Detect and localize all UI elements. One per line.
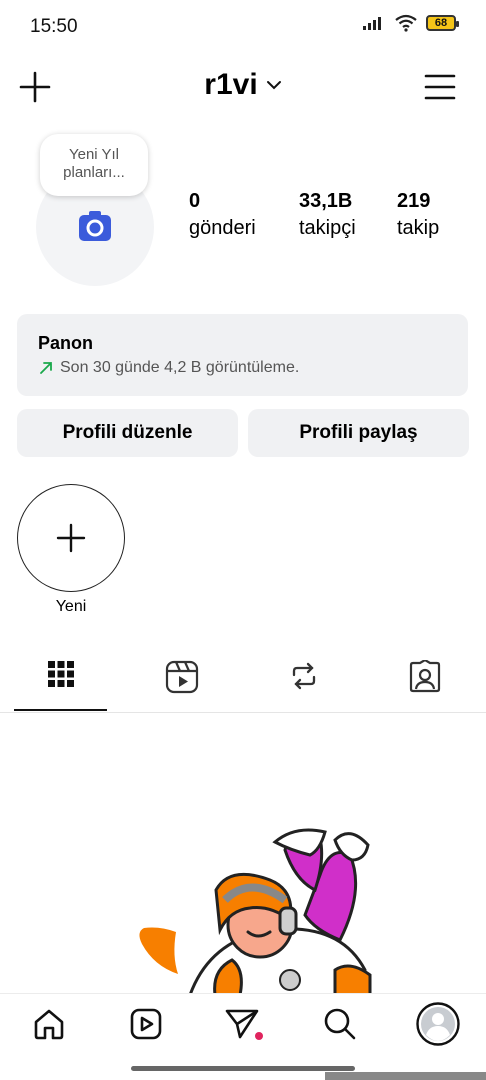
- stat-posts-value: 0: [189, 190, 201, 212]
- status-time: 15:50: [30, 16, 78, 37]
- nav-reels[interactable]: [126, 1004, 166, 1044]
- nav-home[interactable]: [29, 1004, 69, 1044]
- tab-grid[interactable]: [0, 654, 121, 710]
- account-switcher[interactable]: r1vi: [0, 68, 486, 102]
- trend-up-icon: [40, 362, 52, 374]
- stat-posts[interactable]: 0 gönderi: [189, 188, 256, 242]
- tab-reposts[interactable]: [243, 654, 364, 710]
- dashboard-subtitle: Son 30 günde 4,2 B görüntüleme.: [38, 359, 299, 377]
- nav-direct-messages[interactable]: [223, 1004, 263, 1044]
- plus-icon: [56, 523, 85, 552]
- new-highlight-button[interactable]: [17, 484, 125, 592]
- dashboard-subtitle-text: Son 30 günde 4,2 B görüntüleme.: [60, 359, 300, 376]
- edit-profile-button[interactable]: Profili düzenle: [17, 409, 238, 457]
- stat-following-value: 219: [397, 190, 431, 212]
- empty-state-illustration: [139, 828, 372, 995]
- username: r1vi: [204, 68, 258, 101]
- tab-active-indicator: [14, 709, 107, 711]
- tagged-icon: [409, 660, 440, 693]
- profile-avatar-icon: [416, 1002, 460, 1046]
- dashboard-title: Panon: [38, 333, 94, 353]
- signal-icon: [363, 17, 381, 30]
- menu-icon[interactable]: [424, 72, 456, 102]
- stat-following-label: takip: [397, 217, 440, 239]
- tab-tagged[interactable]: [364, 654, 485, 710]
- new-highlight-label: Yeni: [55, 598, 87, 615]
- stat-followers-label: takipçi: [299, 217, 356, 239]
- wifi-icon: [395, 14, 417, 32]
- stat-followers-value: 33,1B: [299, 190, 353, 212]
- chevron-down-icon: [266, 81, 281, 90]
- stat-following[interactable]: 219 takip: [397, 188, 439, 242]
- direct-messages-icon: [225, 1009, 263, 1040]
- reels-icon: [165, 660, 198, 694]
- reels-icon: [130, 1008, 162, 1040]
- home-icon: [34, 1009, 64, 1040]
- note-bubble[interactable]: Yeni Yıl planları...: [40, 134, 148, 196]
- share-profile-button[interactable]: Profili paylaş: [248, 409, 469, 457]
- dashboard-card[interactable]: [17, 314, 468, 396]
- tab-divider: [0, 712, 486, 713]
- home-indicator[interactable]: [131, 1066, 355, 1071]
- tab-reels[interactable]: [121, 654, 242, 710]
- battery-icon: 68: [426, 15, 459, 31]
- stat-posts-label: gönderi: [189, 217, 256, 239]
- note-text: Yeni Yıl planları...: [63, 146, 125, 181]
- camera-icon[interactable]: [78, 210, 112, 242]
- nav-search[interactable]: [320, 1004, 360, 1044]
- nav-profile[interactable]: [416, 1002, 460, 1046]
- repost-icon: [292, 662, 315, 690]
- system-gesture-bar: [325, 1072, 486, 1080]
- status-icons: 68: [362, 14, 459, 32]
- stat-followers[interactable]: 33,1B takipçi: [299, 188, 356, 242]
- grid-icon: [47, 661, 74, 687]
- search-icon: [324, 1008, 356, 1040]
